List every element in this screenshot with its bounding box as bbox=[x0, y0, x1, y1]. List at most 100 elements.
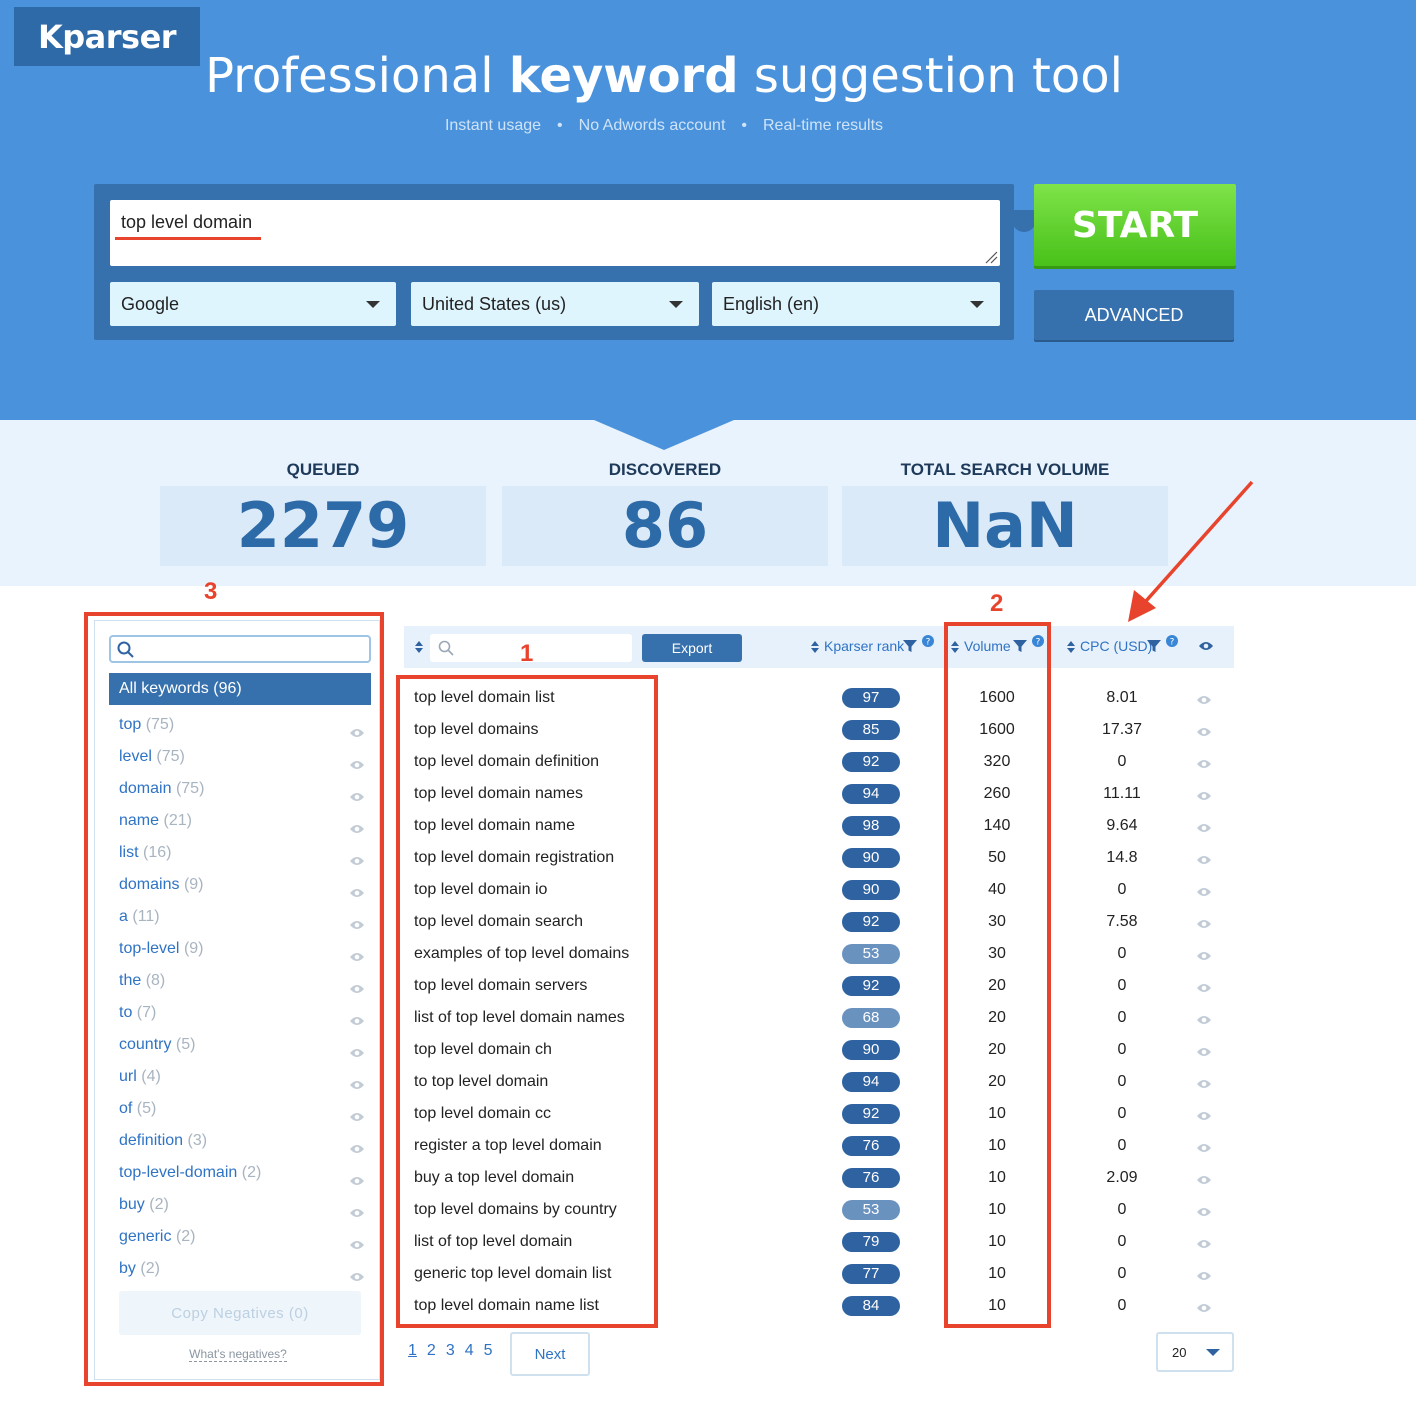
rank-badge: 90 bbox=[842, 848, 900, 868]
sort-icon[interactable] bbox=[810, 640, 820, 654]
cpc-cell: 0 bbox=[1117, 977, 1127, 994]
rank-badge: 94 bbox=[842, 1072, 900, 1092]
rank-badge: 76 bbox=[842, 1168, 900, 1188]
pagination: 12345 bbox=[408, 1342, 503, 1360]
sort-icon[interactable] bbox=[1066, 640, 1076, 654]
eye-icon[interactable] bbox=[1196, 885, 1212, 903]
stat-label-queued: QUEUED bbox=[286, 460, 360, 479]
caret-down-icon bbox=[669, 301, 683, 308]
eye-icon[interactable] bbox=[1196, 1173, 1212, 1191]
help-icon[interactable]: ? bbox=[1166, 635, 1178, 647]
column-header-cpc[interactable]: CPC (USD) bbox=[1080, 638, 1152, 654]
help-icon[interactable]: ? bbox=[922, 635, 934, 647]
page-link-5[interactable]: 5 bbox=[484, 1342, 493, 1360]
rank-badge: 77 bbox=[842, 1264, 900, 1284]
rank-badge: 92 bbox=[842, 912, 900, 932]
eye-icon[interactable] bbox=[1196, 1045, 1212, 1063]
annotation-box-2 bbox=[944, 622, 1051, 1328]
eye-icon[interactable] bbox=[1198, 640, 1214, 652]
caret-down-icon bbox=[366, 301, 380, 308]
cpc-cell: 7.58 bbox=[1106, 913, 1138, 930]
rank-badge: 98 bbox=[842, 816, 900, 836]
rank-badge: 92 bbox=[842, 752, 900, 772]
next-page-button[interactable]: Next bbox=[510, 1332, 590, 1376]
eye-icon[interactable] bbox=[1196, 981, 1212, 999]
rank-badge: 84 bbox=[842, 1296, 900, 1316]
stat-label-discovered: DISCOVERED bbox=[608, 460, 722, 479]
eye-icon[interactable] bbox=[1196, 1237, 1212, 1255]
per-page-select[interactable]: 20 bbox=[1156, 1332, 1234, 1372]
rank-badge: 76 bbox=[842, 1136, 900, 1156]
eye-icon[interactable] bbox=[1196, 821, 1212, 839]
eye-icon[interactable] bbox=[1196, 789, 1212, 807]
annotation-label-2: 2 bbox=[990, 590, 1004, 617]
page-link-3[interactable]: 3 bbox=[446, 1342, 455, 1360]
cpc-cell: 17.37 bbox=[1101, 721, 1143, 738]
cpc-cell: 0 bbox=[1117, 1105, 1127, 1122]
page-link-2[interactable]: 2 bbox=[427, 1342, 436, 1360]
eye-icon[interactable] bbox=[1196, 1077, 1212, 1095]
eye-icon[interactable] bbox=[1196, 1013, 1212, 1031]
rank-badge: 85 bbox=[842, 720, 900, 740]
eye-icon[interactable] bbox=[1196, 1205, 1212, 1223]
cpc-cell: 0 bbox=[1117, 1009, 1127, 1026]
country-select[interactable]: United States (us) bbox=[411, 282, 699, 326]
query-textarea[interactable]: top level domain bbox=[110, 200, 1000, 266]
filter-icon[interactable] bbox=[1146, 638, 1162, 654]
eye-icon[interactable] bbox=[1196, 1141, 1212, 1159]
search-panel: top level domain Google United States (u… bbox=[94, 184, 1014, 340]
cpc-cell: 0 bbox=[1117, 1201, 1127, 1218]
annotation-box-1 bbox=[396, 675, 658, 1328]
sort-icon[interactable] bbox=[414, 640, 424, 654]
export-button[interactable]: Export bbox=[642, 634, 742, 662]
caret-down-icon bbox=[970, 301, 984, 308]
caret-down-icon bbox=[1206, 1349, 1220, 1356]
eye-icon[interactable] bbox=[1196, 1109, 1212, 1127]
search-icon bbox=[438, 640, 454, 656]
eye-icon[interactable] bbox=[1196, 1301, 1212, 1319]
cpc-cell: 2.09 bbox=[1106, 1169, 1138, 1186]
rank-badge: 53 bbox=[842, 944, 900, 964]
resize-handle-icon[interactable] bbox=[982, 248, 998, 264]
stat-label-total-volume: TOTAL SEARCH VOLUME bbox=[900, 460, 1110, 479]
feature-item: Real-time results bbox=[763, 117, 884, 134]
page-title: Professional keyword suggestion tool bbox=[205, 48, 1123, 104]
rank-badge: 90 bbox=[842, 1040, 900, 1060]
engine-select[interactable]: Google bbox=[110, 282, 396, 326]
eye-icon[interactable] bbox=[1196, 917, 1212, 935]
eye-icon[interactable] bbox=[1196, 693, 1212, 711]
cpc-cell: 0 bbox=[1117, 1265, 1127, 1282]
eye-icon[interactable] bbox=[1196, 757, 1212, 775]
filter-icon[interactable] bbox=[902, 638, 918, 654]
annotation-underline bbox=[115, 237, 261, 240]
stat-value-queued: 2279 bbox=[160, 486, 486, 566]
header: Kparser Professional keyword suggestion … bbox=[0, 0, 1416, 420]
page-link-1[interactable]: 1 bbox=[408, 1342, 417, 1360]
country-value: United States (us) bbox=[422, 294, 567, 314]
eye-icon[interactable] bbox=[1196, 949, 1212, 967]
rank-badge: 97 bbox=[842, 688, 900, 708]
annotation-label-1: 1 bbox=[520, 640, 534, 667]
feature-list: Instant usage • No Adwords account • Real-ti… bbox=[444, 117, 884, 134]
eye-icon[interactable] bbox=[1196, 1269, 1212, 1287]
cpc-cell: 0 bbox=[1117, 1073, 1127, 1090]
cpc-cell: 0 bbox=[1117, 1233, 1127, 1250]
advanced-button[interactable]: ADVANCED bbox=[1034, 290, 1234, 340]
eye-icon[interactable] bbox=[1196, 725, 1212, 743]
query-text: top level domain bbox=[121, 212, 253, 232]
cpc-cell: 0 bbox=[1117, 1041, 1127, 1058]
page-link-4[interactable]: 4 bbox=[465, 1342, 474, 1360]
language-select[interactable]: English (en) bbox=[712, 282, 1000, 326]
stat-value-discovered: 86 bbox=[502, 486, 828, 566]
rank-badge: 68 bbox=[842, 1008, 900, 1028]
rank-badge: 92 bbox=[842, 1104, 900, 1124]
column-header-rank[interactable]: Kparser rank bbox=[824, 638, 904, 654]
svg-text:?: ? bbox=[1170, 638, 1175, 648]
cpc-cell: 0 bbox=[1117, 753, 1127, 770]
engine-value: Google bbox=[121, 294, 180, 314]
eye-icon[interactable] bbox=[1196, 853, 1212, 871]
start-button[interactable]: START bbox=[1034, 184, 1236, 266]
cpc-cell: 0 bbox=[1117, 1297, 1127, 1314]
rank-badge: 92 bbox=[842, 976, 900, 996]
per-page-value: 20 bbox=[1172, 1345, 1187, 1360]
